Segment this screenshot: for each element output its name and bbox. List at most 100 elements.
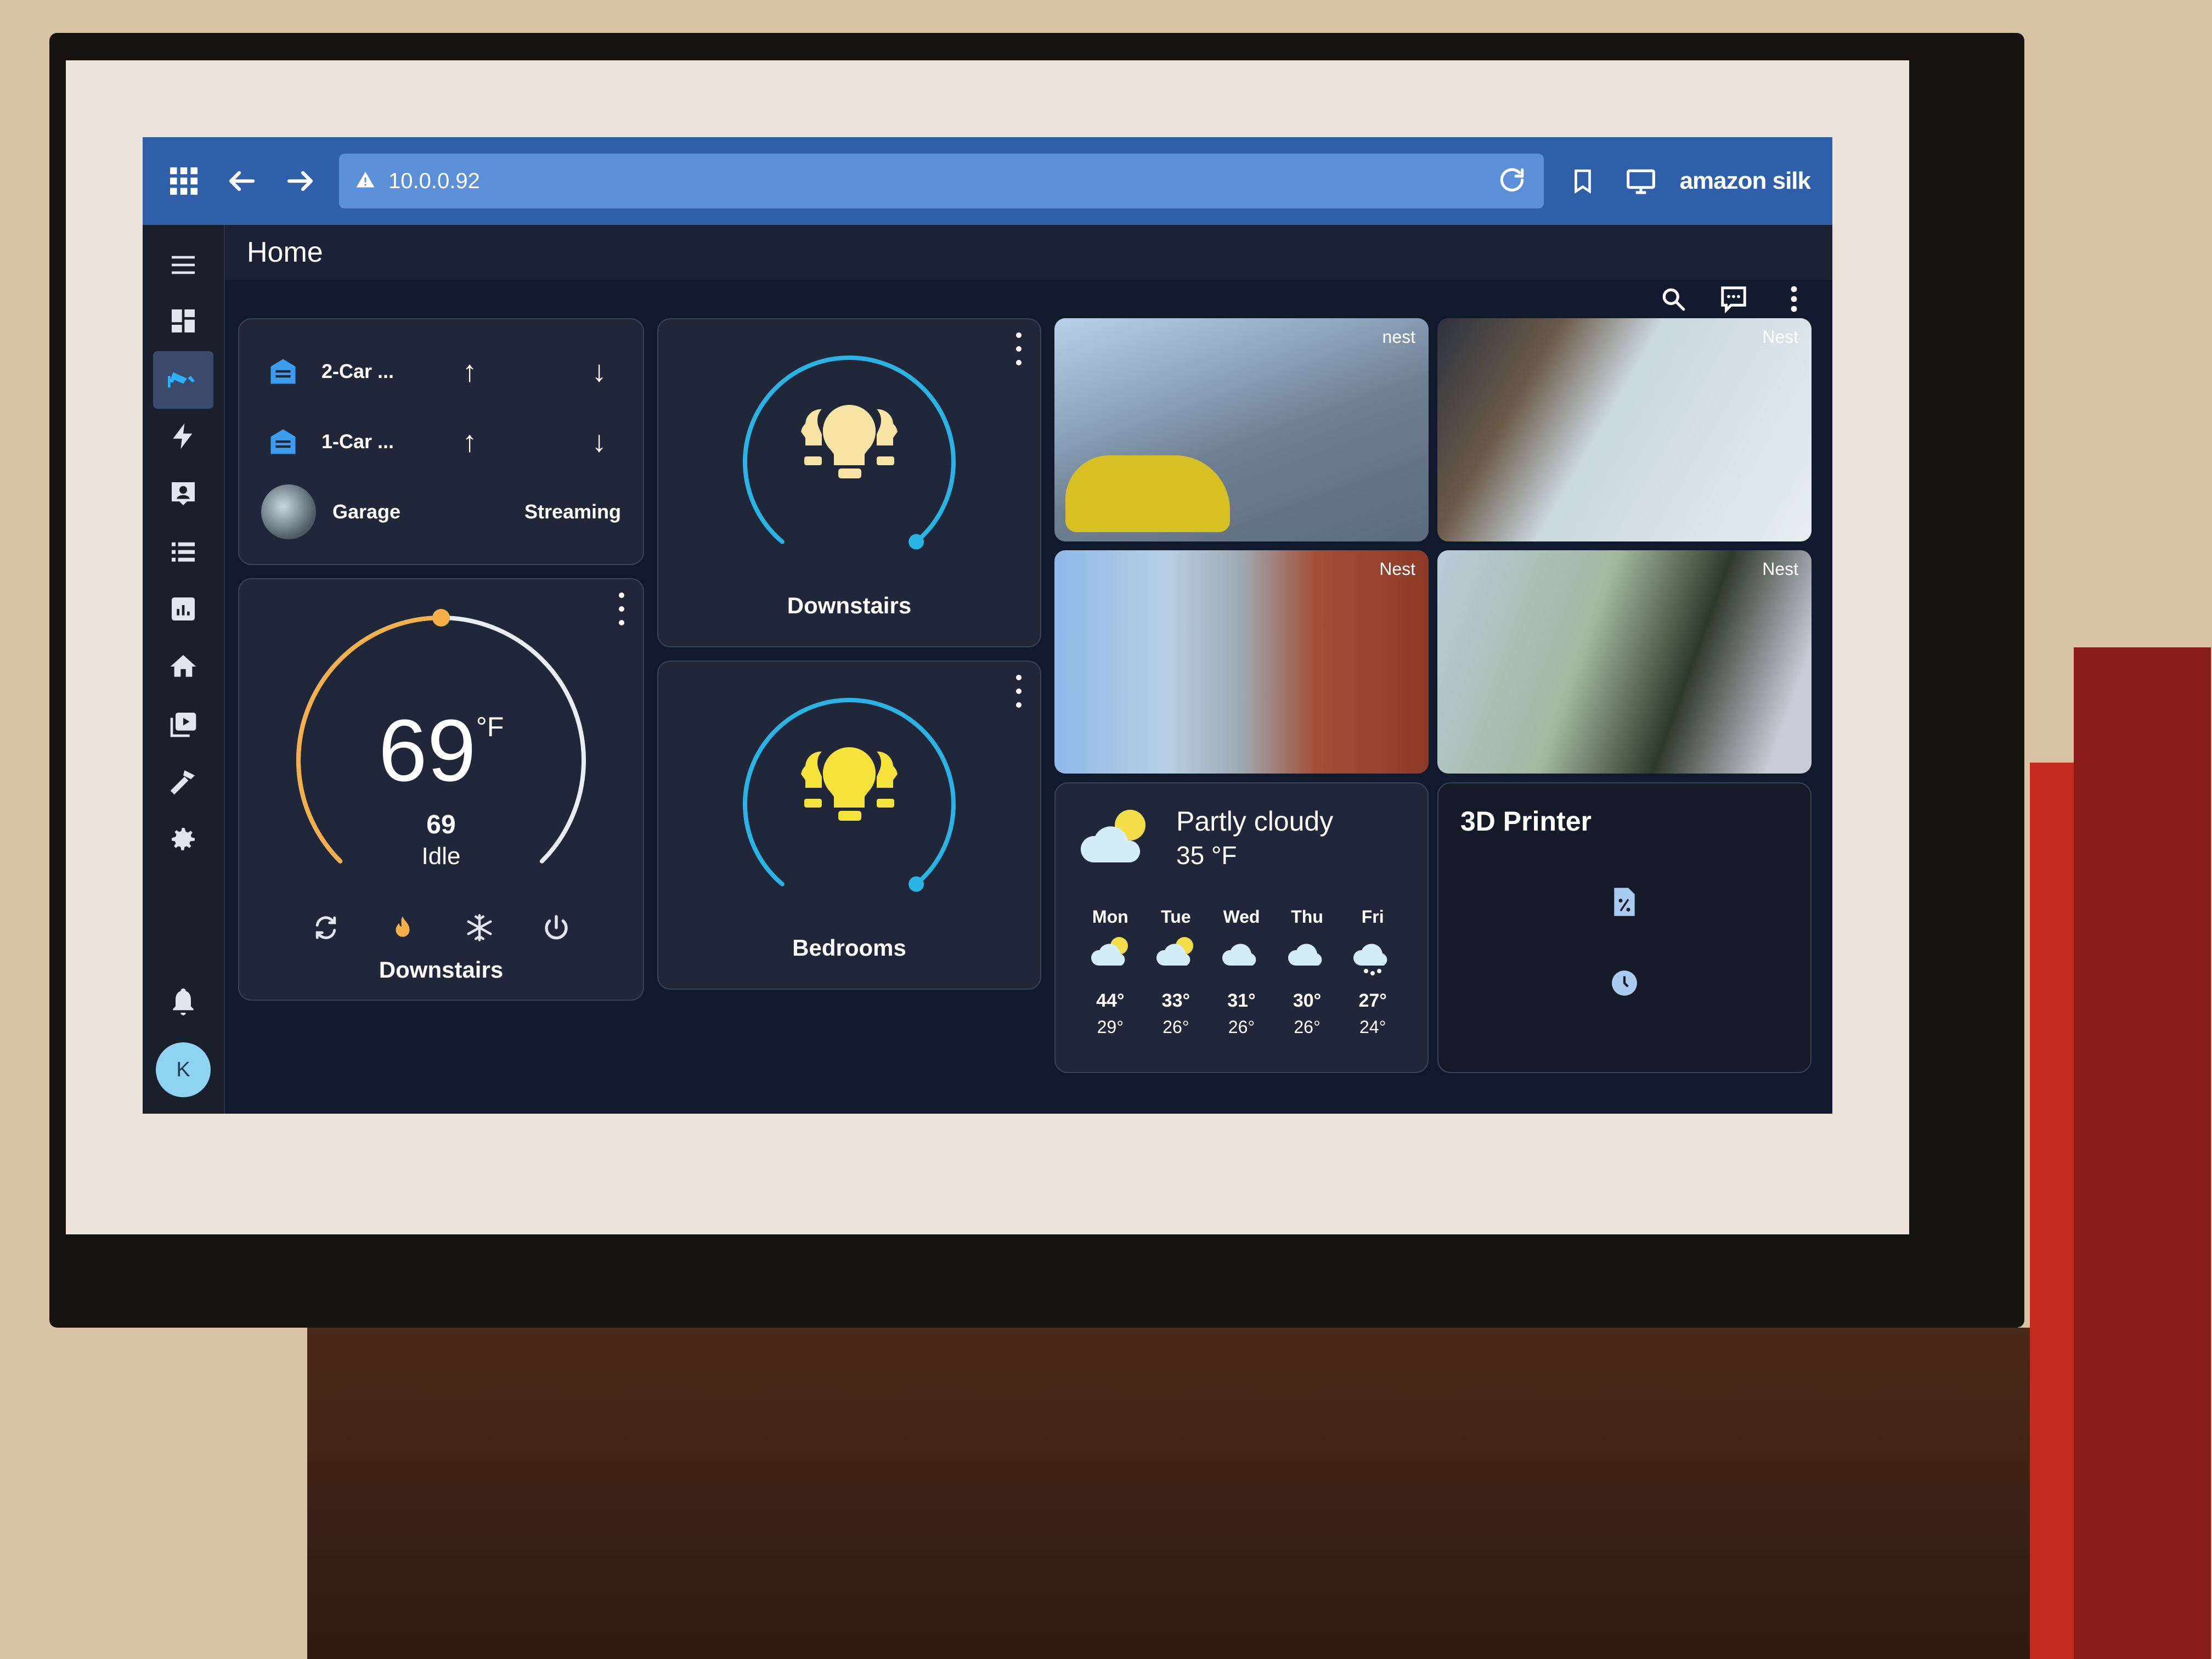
garage-card: 2-Car ... ↑ ↓ 1-Car ... ↑ ↓ Garage Strea…: [238, 318, 644, 565]
forecast-low: 29°: [1097, 1017, 1124, 1037]
open-arrow-icon[interactable]: ↑: [448, 349, 492, 393]
brightness-dial[interactable]: [718, 341, 981, 572]
apps-grid-icon[interactable]: [165, 162, 203, 200]
forecast-day: Mon 44° 29°: [1088, 907, 1132, 1037]
camera-thumbnail[interactable]: [261, 484, 316, 539]
chart-box-icon: [168, 594, 199, 627]
entity-name[interactable]: Garage: [332, 500, 442, 523]
snowy-icon: [1351, 933, 1395, 979]
card-menu-icon[interactable]: [1011, 332, 1027, 365]
forecast-day: Fri 27° 24°: [1351, 907, 1395, 1037]
printer-title: 3D Printer: [1460, 806, 1592, 837]
cog-icon: [168, 824, 199, 857]
bookmark-icon[interactable]: [1564, 162, 1602, 200]
sidebar-item-map[interactable]: [153, 466, 213, 524]
sidebar-item-home[interactable]: [153, 639, 213, 697]
heat-icon[interactable]: [383, 909, 422, 947]
sidebar-item-cameras[interactable]: [153, 351, 213, 409]
hvac-action: Idle: [421, 843, 461, 870]
home-assistant-app: K Home 2-Car ... ↑ ↓ 1-Car ... ↑ ↓ Garag…: [143, 225, 1832, 1114]
list-icon: [168, 536, 199, 569]
assist-icon[interactable]: [1717, 283, 1750, 315]
search-icon[interactable]: [1657, 283, 1690, 315]
garage-icon[interactable]: [261, 420, 305, 464]
printer-card[interactable]: 3D Printer: [1437, 782, 1812, 1073]
garage-door-row: 1-Car ... ↑ ↓: [261, 411, 621, 472]
forecast-high: 44°: [1096, 990, 1125, 1011]
card-menu-icon[interactable]: [1011, 675, 1027, 708]
cool-icon[interactable]: [460, 909, 499, 947]
forecast-day-name: Mon: [1092, 907, 1128, 927]
brightness-handle[interactable]: [909, 876, 924, 892]
camera-feed-side-yard[interactable]: Nest: [1437, 550, 1812, 774]
forecast-low: 26°: [1163, 1017, 1189, 1037]
light-name: Bedrooms: [792, 935, 906, 961]
book-spine: [2030, 763, 2074, 1659]
partly-cloudy-icon: [1154, 933, 1198, 979]
app-header: Home: [225, 225, 1832, 280]
entity-name[interactable]: 1-Car ...: [321, 430, 431, 453]
url-text[interactable]: 10.0.0.92: [388, 169, 1483, 194]
browser-toolbar: 10.0.0.92 amazon silk: [143, 137, 1832, 225]
forecast-day-name: Thu: [1291, 907, 1323, 927]
close-arrow-icon[interactable]: ↓: [577, 420, 621, 464]
light-card: Downstairs: [657, 318, 1041, 647]
camera-grid: nest Nest Nest Nest: [1054, 318, 1812, 774]
back-arrow-icon[interactable]: [223, 162, 261, 200]
file-percent-icon: [1612, 887, 1637, 920]
play-box-icon: [168, 709, 199, 742]
menu-toggle-icon[interactable]: [153, 236, 213, 294]
address-bar[interactable]: 10.0.0.92: [339, 154, 1544, 208]
sidebar-item-energy[interactable]: [153, 409, 213, 466]
browser-window: 10.0.0.92 amazon silk K Home 2-Car ... ↑…: [143, 137, 1832, 1114]
sidebar-item-overview[interactable]: [153, 294, 213, 351]
weather-condition: Partly cloudy: [1176, 806, 1334, 837]
forecast-high: 31°: [1227, 990, 1256, 1011]
forecast-low: 24°: [1359, 1017, 1386, 1037]
card-menu-icon[interactable]: [613, 592, 630, 625]
off-icon[interactable]: [537, 909, 575, 947]
close-arrow-icon[interactable]: ↓: [577, 349, 621, 393]
forward-arrow-icon[interactable]: [281, 162, 319, 200]
setpoint-handle[interactable]: [432, 609, 450, 627]
sidebar-item-media[interactable]: [153, 697, 213, 754]
entity-state: Streaming: [524, 500, 621, 523]
lightning-icon: [168, 421, 199, 454]
heat-cool-icon[interactable]: [307, 909, 345, 947]
sidebar-item-history[interactable]: [153, 582, 213, 639]
silk-logo: amazon silk: [1679, 167, 1811, 194]
brightness-handle[interactable]: [909, 534, 924, 550]
sidebar-item-notifications[interactable]: [153, 974, 213, 1031]
current-temperature: 69°F: [378, 701, 504, 799]
home-icon: [168, 651, 199, 685]
camera-watermark: Nest: [1762, 559, 1798, 579]
camera-row[interactable]: Garage Streaming: [261, 482, 621, 542]
garage-icon[interactable]: [261, 349, 305, 393]
entity-name[interactable]: 2-Car ...: [321, 360, 431, 383]
garage-door-row: 2-Car ... ↑ ↓: [261, 341, 621, 402]
sidebar-item-settings[interactable]: [153, 812, 213, 870]
reload-icon[interactable]: [1497, 165, 1527, 198]
open-arrow-icon[interactable]: ↑: [448, 420, 492, 464]
desktop-mode-icon[interactable]: [1622, 162, 1660, 200]
sidebar-item-logbook[interactable]: [153, 524, 213, 582]
thermostat-name: Downstairs: [379, 957, 504, 983]
cctv-icon: [167, 363, 200, 397]
weather-card[interactable]: Partly cloudy 35 °F Mon 44° 29° Tue 33° 26° We…: [1054, 782, 1429, 1073]
sidebar-item-developer-tools[interactable]: [153, 754, 213, 812]
forecast-low: 26°: [1228, 1017, 1255, 1037]
partly-cloudy-icon: [1088, 933, 1132, 979]
forecast-day-name: Fri: [1361, 907, 1384, 927]
main-content: Home 2-Car ... ↑ ↓ 1-Car ... ↑ ↓ Garage …: [225, 225, 1832, 1114]
camera-feed-driveway[interactable]: nest: [1054, 318, 1429, 541]
printer-stats: [1460, 887, 1788, 1000]
more-menu-icon[interactable]: [1778, 283, 1810, 315]
camera-feed-deck[interactable]: Nest: [1437, 318, 1812, 541]
light-card: Bedrooms: [657, 661, 1041, 990]
clock-icon: [1611, 969, 1638, 1000]
camera-feed-front-door[interactable]: Nest: [1054, 550, 1429, 774]
brightness-dial[interactable]: [718, 684, 981, 914]
warning-icon: [356, 170, 375, 193]
user-avatar[interactable]: K: [156, 1042, 211, 1097]
wood-shelf: [307, 1328, 2063, 1659]
